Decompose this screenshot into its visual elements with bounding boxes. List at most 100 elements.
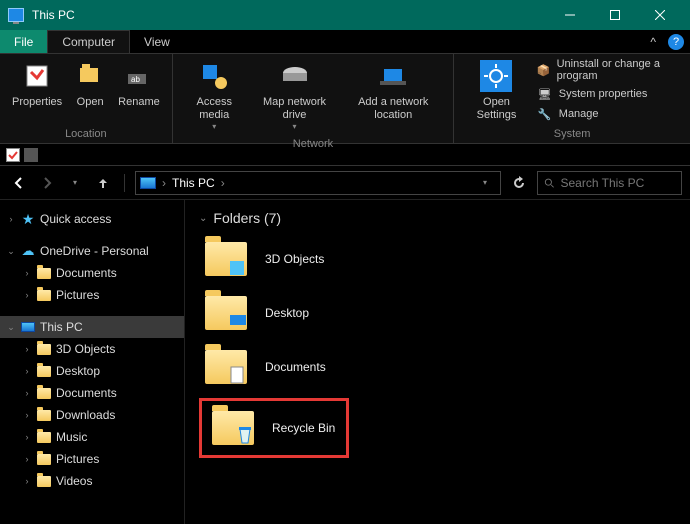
cloud-icon: ☁ — [20, 244, 36, 258]
folder-documents[interactable]: Documents — [199, 344, 359, 390]
manage-icon: 🔧 — [537, 106, 553, 122]
chevron-down-icon: ⌄ — [6, 322, 16, 333]
nav-desktop[interactable]: ›Desktop — [0, 360, 184, 382]
navigation-pane: › ★ Quick access ⌄ ☁ OneDrive - Personal… — [0, 200, 185, 524]
properties-button[interactable]: Properties — [6, 58, 68, 111]
nav-onedrive-documents[interactable]: › Documents — [0, 262, 184, 284]
rename-icon: ab — [123, 60, 155, 92]
up-button[interactable] — [92, 172, 114, 194]
folder-icon — [205, 296, 247, 330]
nav-3d-objects[interactable]: ›3D Objects — [0, 338, 184, 360]
select-all-checkbox[interactable] — [6, 148, 20, 162]
tab-file[interactable]: File — [0, 30, 47, 53]
forward-button[interactable] — [36, 172, 58, 194]
tab-computer[interactable]: Computer — [47, 30, 130, 53]
this-pc-icon — [140, 177, 156, 189]
map-drive-icon — [279, 60, 311, 92]
rename-button[interactable]: ab Rename — [112, 58, 166, 111]
chevron-right-icon: › — [162, 176, 166, 190]
uninstall-program-button[interactable]: 📦Uninstall or change a program — [537, 58, 684, 82]
back-button[interactable] — [8, 172, 30, 194]
nav-quick-access[interactable]: › ★ Quick access — [0, 208, 184, 230]
open-button[interactable]: Open — [68, 58, 112, 111]
maximize-button[interactable] — [592, 0, 637, 30]
ribbon: Properties Open ab Rename Location Acces… — [0, 54, 690, 144]
chevron-right-icon: › — [22, 290, 32, 300]
search-box[interactable] — [537, 171, 682, 195]
nav-pictures[interactable]: ›Pictures — [0, 448, 184, 470]
folder-icon — [205, 350, 247, 384]
nav-music[interactable]: ›Music — [0, 426, 184, 448]
chevron-down-icon: ⌄ — [6, 246, 16, 257]
ribbon-tabs: File Computer View ^ ? — [0, 30, 690, 54]
nav-downloads[interactable]: ›Downloads — [0, 404, 184, 426]
chevron-right-icon: › — [221, 176, 225, 190]
folder-recycle-bin[interactable]: Recycle Bin — [199, 398, 349, 458]
this-pc-icon — [8, 8, 24, 22]
ribbon-group-system-label: System — [454, 128, 690, 143]
folder-icon — [36, 364, 52, 378]
folder-icon — [212, 411, 254, 445]
ribbon-group-location: Properties Open ab Rename Location — [0, 54, 173, 143]
collapse-ribbon-button[interactable]: ^ — [644, 30, 662, 53]
folders-group-label: Folders (7) — [213, 210, 281, 226]
access-media-button[interactable]: Access media ▾ — [179, 58, 250, 134]
ribbon-group-system: Open Settings 📦Uninstall or change a pro… — [454, 54, 690, 143]
this-pc-icon — [20, 320, 36, 334]
chevron-down-icon: ▾ — [293, 122, 297, 132]
star-icon: ★ — [20, 212, 36, 226]
window-title: This PC — [32, 8, 547, 22]
chevron-down-icon: ▾ — [212, 122, 216, 132]
folder-3d-objects[interactable]: 3D Objects — [199, 236, 359, 282]
system-properties-icon: 🖥 — [537, 86, 553, 102]
help-button[interactable]: ? — [668, 34, 684, 50]
view-options-swap[interactable] — [24, 148, 38, 162]
breadcrumb-this-pc[interactable]: This PC — [172, 176, 215, 190]
address-box[interactable]: › This PC › ▾ — [135, 171, 501, 195]
folder-icon — [36, 408, 52, 422]
ribbon-group-location-label: Location — [0, 128, 172, 143]
tab-view[interactable]: View — [130, 30, 184, 53]
access-media-icon — [198, 60, 230, 92]
address-bar: ▾ › This PC › ▾ — [0, 166, 690, 200]
nav-this-pc[interactable]: ⌄ This PC — [0, 316, 184, 338]
nav-onedrive[interactable]: ⌄ ☁ OneDrive - Personal — [0, 240, 184, 262]
properties-icon — [21, 60, 53, 92]
folder-icon — [205, 242, 247, 276]
nav-onedrive-pictures[interactable]: › Pictures — [0, 284, 184, 306]
search-icon — [544, 177, 554, 189]
search-input[interactable] — [560, 176, 675, 190]
title-bar: This PC — [0, 0, 690, 30]
folder-icon — [36, 266, 52, 280]
folder-icon — [36, 474, 52, 488]
chevron-right-icon: › — [22, 268, 32, 278]
folders-group-header[interactable]: ⌄ Folders (7) — [199, 210, 676, 226]
folder-icon — [36, 288, 52, 302]
add-network-location-button[interactable]: Add a network location — [339, 58, 447, 124]
recent-locations-button[interactable]: ▾ — [64, 172, 86, 194]
address-dropdown-button[interactable]: ▾ — [474, 172, 496, 194]
system-properties-button[interactable]: 🖥System properties — [537, 86, 684, 102]
svg-text:ab: ab — [131, 75, 140, 84]
nav-documents[interactable]: ›Documents — [0, 382, 184, 404]
content-pane: ⌄ Folders (7) 3D Objects Desktop Documen… — [185, 200, 690, 524]
folder-icon — [36, 430, 52, 444]
map-network-drive-button[interactable]: Map network drive ▾ — [250, 58, 339, 134]
ribbon-group-network: Access media ▾ Map network drive ▾ Add a… — [173, 54, 454, 143]
minimize-button[interactable] — [547, 0, 592, 30]
refresh-button[interactable] — [507, 171, 531, 195]
chevron-down-icon: ⌄ — [199, 213, 207, 224]
folder-desktop[interactable]: Desktop — [199, 290, 359, 336]
folder-icon — [36, 452, 52, 466]
uninstall-icon: 📦 — [537, 62, 551, 78]
ribbon-group-network-label: Network — [173, 138, 453, 153]
chevron-right-icon: › — [6, 214, 16, 224]
folder-icon — [36, 342, 52, 356]
add-location-icon — [377, 60, 409, 92]
manage-button[interactable]: 🔧Manage — [537, 106, 684, 122]
close-button[interactable] — [637, 0, 682, 30]
folder-icon — [36, 386, 52, 400]
open-settings-button[interactable]: Open Settings — [460, 58, 533, 124]
nav-videos[interactable]: ›Videos — [0, 470, 184, 492]
settings-gear-icon — [480, 60, 512, 92]
